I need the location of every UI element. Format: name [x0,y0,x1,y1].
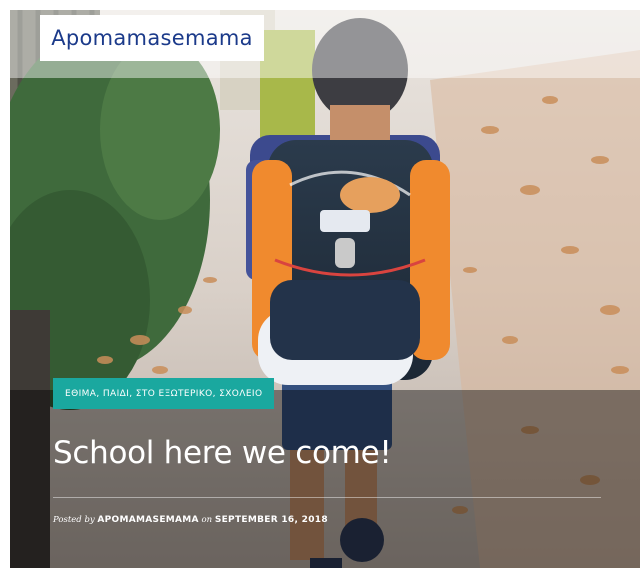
site-logo[interactable]: Apomamasemama [40,15,264,61]
post-hero: Apomamasemama ΕΘΙΜΑ, ΠΑΙΔΙ, ΣΤΟ ΕΞΩΤΕΡΙΚ… [10,10,640,568]
on-label: on [201,515,213,525]
author-link[interactable]: APOMAMASEMAMA [97,515,198,525]
post-title[interactable]: School here we come! [53,435,392,471]
post-date-link[interactable]: SEPTEMBER 16, 2018 [215,515,328,525]
site-title[interactable]: Apomamasemama [51,26,253,50]
divider [53,497,601,498]
posted-by-label: Posted by [53,515,95,525]
post-meta: Posted by APOMAMASEMAMA on SEPTEMBER 16,… [53,515,328,525]
title-overlay [10,390,640,568]
category-tag[interactable]: ΕΘΙΜΑ, ΠΑΙΔΙ, ΣΤΟ ΕΞΩΤΕΡΙΚΟ, ΣΧΟΛΕΙΟ [53,378,275,409]
